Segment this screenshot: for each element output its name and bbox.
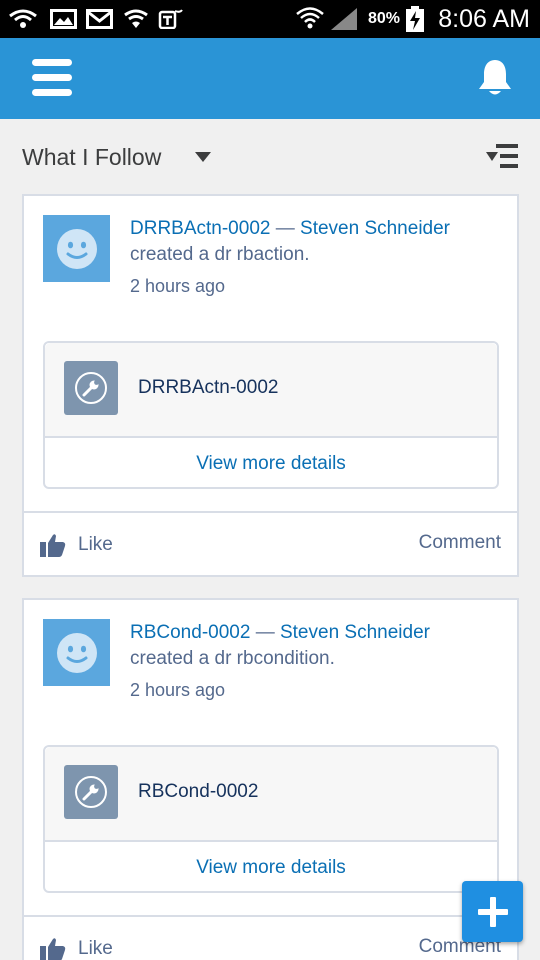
post-actions: Like Comment [24,511,517,575]
hamburger-menu-icon[interactable] [32,59,72,97]
like-label: Like [78,938,113,959]
feed-item: DRRBActn-0002 — Steven Schneider created… [22,194,519,577]
smiley-icon [56,632,97,673]
post-action: created a dr rbcondition. [130,648,335,669]
gallery-icon [50,9,77,29]
like-label: Like [78,534,113,555]
wrench-icon [64,765,118,819]
view-more-details-link[interactable]: View more details [45,440,497,487]
app-header [0,38,540,119]
status-bar: 80% 8:06 AM [0,0,540,38]
smiley-icon [56,228,97,269]
record-preview: RBCond-0002 View more details [43,745,499,893]
post-timestamp[interactable]: 2 hours ago [130,276,225,297]
record-header[interactable]: RBCond-0002 [45,747,497,842]
signal-icon [331,8,357,30]
record-preview: DRRBActn-0002 View more details [43,341,499,489]
battery-charging-icon [406,6,424,32]
author-link[interactable]: Steven Schneider [300,218,450,239]
avatar[interactable] [43,619,110,686]
record-link[interactable]: DRRBActn-0002 [130,218,270,239]
plus-icon [477,896,508,927]
record-name: DRRBActn-0002 [138,377,279,398]
feed-header: What I Follow [0,119,540,194]
record-name: RBCond-0002 [138,781,259,802]
sort-icon[interactable] [486,144,518,168]
wrench-icon [64,361,118,415]
thumbs-up-icon [40,938,66,960]
post-timestamp[interactable]: 2 hours ago [130,680,225,701]
new-post-button[interactable] [462,881,523,942]
separator: — [270,218,301,239]
feed-filter-title[interactable]: What I Follow [22,144,161,171]
like-button[interactable]: Like [40,532,113,558]
post-body: RBCond-0002 — Steven Schneider created a… [130,620,505,672]
separator: — [250,622,280,643]
battery-percent: 80% [368,10,401,27]
wifi-calling-icon [9,9,37,28]
bell-icon[interactable] [477,58,513,98]
wifi-notification-icon [124,9,148,28]
avatar[interactable] [43,215,110,282]
record-header[interactable]: DRRBActn-0002 [45,343,497,438]
status-time: 8:06 AM [438,5,530,33]
feed-item: RBCond-0002 — Steven Schneider created a… [22,598,519,960]
chevron-down-icon[interactable] [195,152,211,162]
wifi-icon [296,7,324,29]
tmobile-icon [158,9,183,29]
record-link[interactable]: RBCond-0002 [130,622,250,643]
comment-button[interactable]: Comment [419,532,501,554]
post-actions: Like Comment [24,915,517,960]
author-link[interactable]: Steven Schneider [280,622,430,643]
like-button[interactable]: Like [40,936,113,960]
thumbs-up-icon [40,534,66,557]
view-more-details-link[interactable]: View more details [45,844,497,891]
post-body: DRRBActn-0002 — Steven Schneider created… [130,216,505,268]
gmail-icon [86,9,113,29]
post-action: created a dr rbaction. [130,244,310,265]
